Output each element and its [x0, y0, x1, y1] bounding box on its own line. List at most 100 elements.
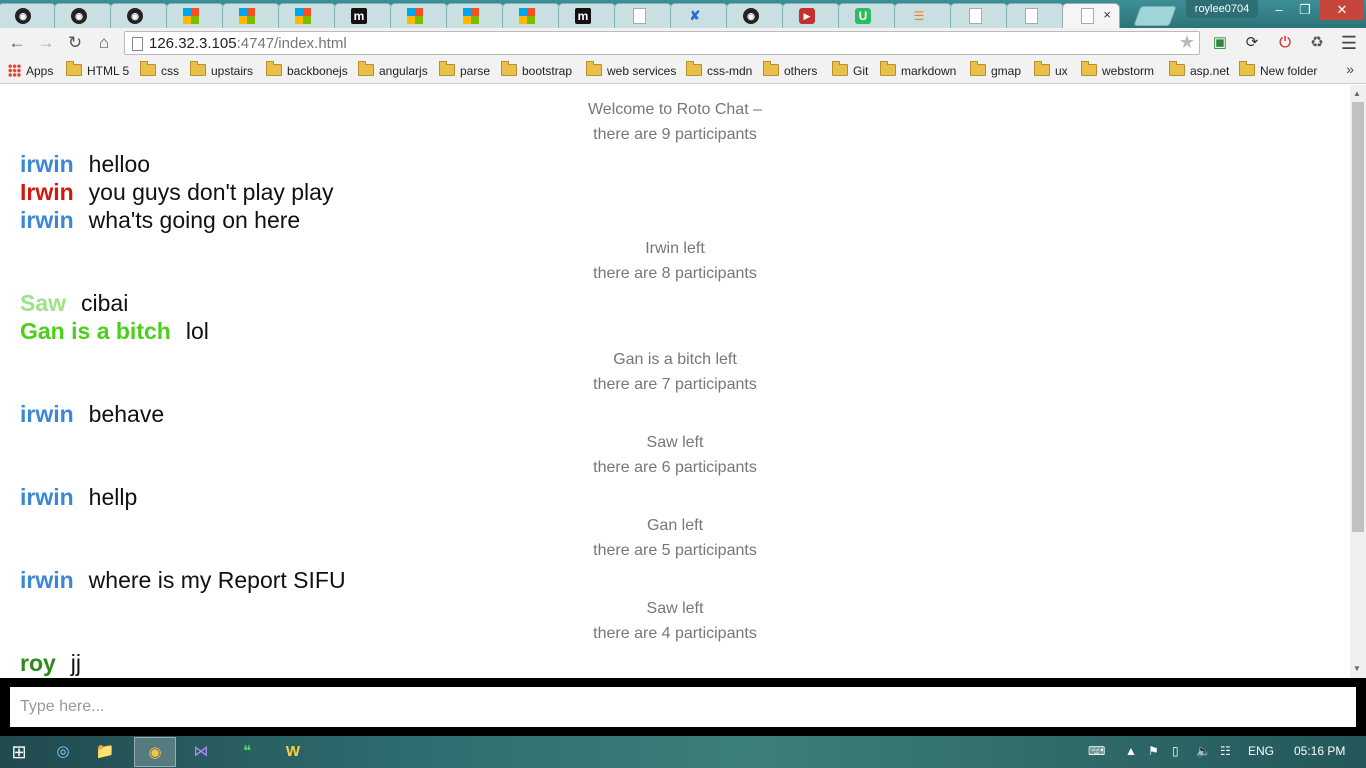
tab-active[interactable]: ×	[1062, 3, 1120, 28]
bookmark-folder[interactable]: angularjs	[358, 61, 428, 80]
tab[interactable]	[390, 3, 448, 28]
bookmark-star-icon[interactable]: ★	[1179, 32, 1195, 53]
battery-icon[interactable]: ▯	[1172, 744, 1179, 758]
bookmark-folder[interactable]: bootstrap	[501, 61, 572, 80]
welcome-message: Welcome to Roto Chat –	[587, 101, 762, 118]
bookmark-folder[interactable]: parse	[439, 61, 491, 80]
tab[interactable]: ◉	[54, 3, 112, 28]
bookmark-folder[interactable]: asp.net	[1169, 61, 1229, 80]
address-bar[interactable]: 126.32.3.105:4747/index.html ★	[124, 31, 1200, 55]
microsoft-icon	[519, 8, 535, 24]
recycle-extension-icon[interactable]: ♻	[1307, 33, 1327, 53]
close-window-button[interactable]: ✕	[1320, 0, 1364, 20]
keyboard-icon[interactable]: ⌨	[1088, 744, 1105, 758]
chat-username: roy	[20, 650, 56, 676]
tab[interactable]: ☰	[894, 3, 952, 28]
tab[interactable]	[1006, 3, 1064, 28]
tab[interactable]	[502, 3, 560, 28]
leave-event: Irwin left	[645, 240, 705, 257]
tab[interactable]: ▶	[782, 3, 840, 28]
file-explorer-icon[interactable]: 📁	[84, 737, 126, 767]
chat-message: irwin helloo	[20, 150, 150, 178]
power-extension-icon[interactable]: ⏻	[1275, 33, 1295, 53]
close-tab-icon[interactable]: ×	[1103, 7, 1111, 22]
sync-extension-icon[interactable]: ⟳	[1242, 33, 1262, 53]
clock[interactable]: 05:16 PM	[1294, 744, 1345, 758]
evernote-extension-icon[interactable]: ▣	[1210, 33, 1230, 53]
visual-studio-icon[interactable]: ⋈	[180, 737, 222, 767]
profile-button[interactable]: roylee0704	[1186, 0, 1258, 18]
bookmark-apps[interactable]: Apps	[8, 62, 53, 80]
bookmark-label: ux	[1055, 64, 1068, 78]
folder-icon	[686, 61, 702, 76]
bookmark-label: Git	[853, 64, 869, 78]
bookmarks-overflow-icon[interactable]: »	[1346, 61, 1354, 77]
bookmark-folder[interactable]: New folder	[1239, 61, 1317, 80]
bookmark-label: web services	[607, 64, 677, 78]
volume-icon[interactable]: 🔈	[1196, 744, 1211, 758]
bookmark-folder[interactable]: others	[763, 61, 817, 80]
tab[interactable]: ◉	[726, 3, 784, 28]
tab[interactable]: m	[558, 3, 616, 28]
bookmark-folder[interactable]: gmap	[970, 61, 1021, 80]
minimize-button[interactable]: –	[1266, 0, 1292, 20]
bookmark-folder[interactable]: backbonejs	[266, 61, 348, 80]
chat-text: where is my Report SIFU	[88, 567, 346, 593]
bookmark-folder[interactable]: css	[140, 61, 179, 80]
network-icon[interactable]: ☷	[1220, 744, 1231, 758]
reload-icon[interactable]: ↻	[64, 32, 86, 54]
leave-event: Gan is a bitch left	[613, 351, 737, 368]
folder-icon	[140, 61, 156, 76]
back-icon[interactable]: ←	[6, 32, 28, 54]
chat-text: hellp	[88, 484, 138, 510]
bookmark-folder[interactable]: web services	[586, 61, 677, 80]
tab[interactable]: U	[838, 3, 896, 28]
bookmark-folder[interactable]: ux	[1034, 61, 1068, 80]
bookmark-label: parse	[460, 64, 491, 78]
scroll-down-icon[interactable]: ▼	[1353, 664, 1361, 673]
chrome-icon[interactable]: ◉	[134, 737, 176, 767]
new-tab-button[interactable]	[1133, 6, 1177, 26]
menu-icon[interactable]: ☰	[1339, 33, 1359, 53]
hangouts-icon[interactable]: ❝	[226, 737, 268, 767]
scroll-thumb[interactable]	[1352, 102, 1364, 532]
tab[interactable]	[446, 3, 504, 28]
restore-button[interactable]: ❐	[1292, 0, 1318, 20]
windows-start-icon[interactable]: ⊞	[0, 737, 38, 767]
taskbar: ⊞ ◎ 📁 ◉ ⋈ ❝ W ⌨ ▲ ⚑ ▯ 🔈 ☷ ENG 05:16 PM	[0, 736, 1366, 768]
leave-event: Gan left	[646, 517, 704, 534]
github-icon: ◉	[71, 8, 87, 24]
tab[interactable]	[614, 3, 672, 28]
forward-icon[interactable]: →	[35, 32, 57, 54]
bookmark-label: markdown	[901, 64, 957, 78]
webstorm-icon[interactable]: W	[272, 737, 314, 767]
action-center-flag-icon[interactable]: ⚑	[1148, 744, 1159, 758]
tab[interactable]: ◉	[110, 3, 168, 28]
message-input[interactable]	[10, 687, 1356, 727]
folder-icon	[501, 61, 517, 76]
bookmark-folder[interactable]: HTML 5	[66, 61, 129, 80]
tab[interactable]: m	[334, 3, 392, 28]
document-icon	[633, 8, 646, 24]
bookmark-folder[interactable]: webstorm	[1081, 61, 1154, 80]
tab[interactable]	[222, 3, 280, 28]
bookmark-label: angularjs	[379, 64, 428, 78]
tab[interactable]	[278, 3, 336, 28]
home-icon[interactable]: ⌂	[93, 32, 115, 54]
tab[interactable]: ✘	[670, 3, 728, 28]
input-language[interactable]: ENG	[1248, 744, 1274, 758]
bookmark-folder[interactable]: markdown	[880, 61, 957, 80]
bookmark-folder[interactable]: upstairs	[190, 61, 253, 80]
bookmark-label: backbonejs	[287, 64, 348, 78]
bookmark-folder[interactable]: Git	[832, 61, 869, 80]
tab[interactable]	[166, 3, 224, 28]
scroll-up-icon[interactable]: ▲	[1353, 89, 1361, 98]
tab[interactable]: ◉	[0, 3, 56, 28]
bookmark-folder[interactable]: css-mdn	[686, 61, 752, 80]
folder-icon	[190, 61, 206, 76]
tool-icon: ✘	[689, 8, 701, 23]
show-hidden-icons-icon[interactable]: ▲	[1125, 744, 1137, 758]
tab[interactable]	[950, 3, 1008, 28]
ie-icon[interactable]: ◎	[42, 737, 84, 767]
scrollbar[interactable]: ▲ ▼	[1350, 85, 1366, 678]
